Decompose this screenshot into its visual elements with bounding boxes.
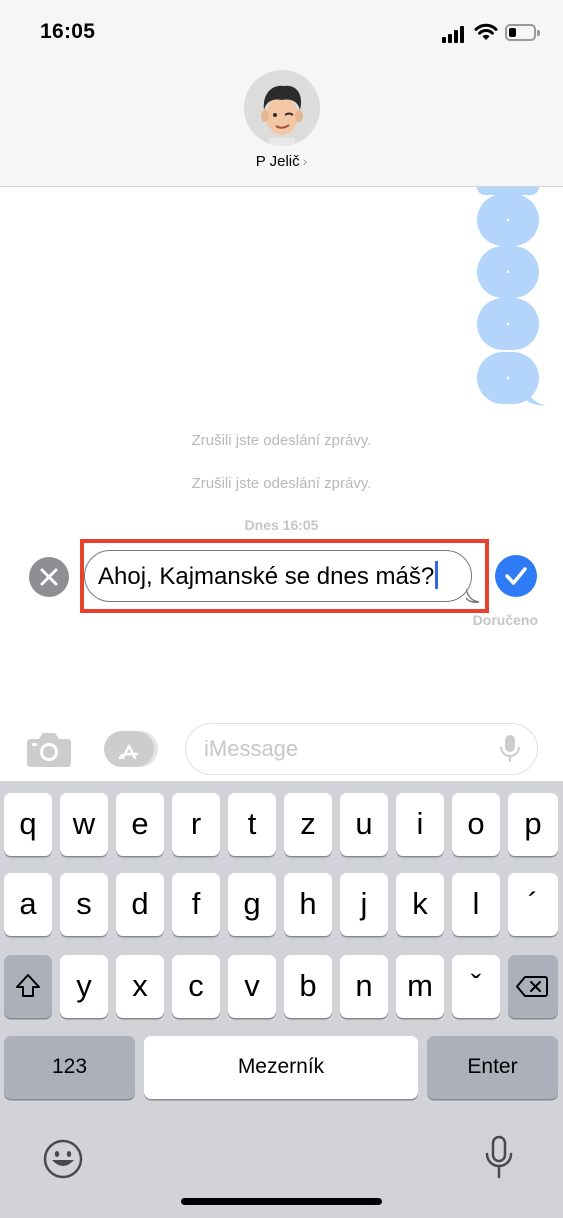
key-p[interactable]: p — [508, 793, 558, 856]
cancel-edit-button[interactable] — [29, 557, 69, 597]
sent-message-bubble[interactable]: . — [477, 298, 539, 350]
key-l[interactable]: l — [452, 873, 500, 936]
delete-icon — [516, 976, 548, 997]
shift-key[interactable] — [4, 955, 52, 1018]
key-w[interactable]: w — [60, 793, 108, 856]
key-caron[interactable]: ˇ — [452, 955, 500, 1018]
key-s[interactable]: s — [60, 873, 108, 936]
key-q[interactable]: q — [4, 793, 52, 856]
emoji-icon[interactable] — [42, 1138, 84, 1180]
key-f[interactable]: f — [172, 873, 220, 936]
close-icon — [40, 568, 58, 586]
memoji-avatar-icon — [261, 85, 303, 146]
cellular-signal-icon — [442, 26, 466, 43]
imessage-input-container[interactable] — [185, 723, 538, 775]
unsent-notice: Zrušili jste odeslání zprávy. — [191, 432, 372, 449]
shift-icon — [16, 974, 40, 997]
numbers-key[interactable]: 123 — [4, 1036, 135, 1099]
key-v[interactable]: v — [228, 955, 276, 1018]
key-g[interactable]: g — [228, 873, 276, 936]
key-b[interactable]: b — [284, 955, 332, 1018]
camera-icon[interactable] — [26, 729, 72, 769]
message-timestamp: Dnes 16:05 — [244, 517, 319, 533]
chevron-right-icon: › — [302, 153, 308, 169]
key-m[interactable]: m — [396, 955, 444, 1018]
key-j[interactable]: j — [340, 873, 388, 936]
key-o[interactable]: o — [452, 793, 500, 856]
bubble-tail — [526, 388, 546, 406]
contact-avatar[interactable] — [244, 70, 320, 146]
highlight-box — [80, 539, 489, 613]
key-c[interactable]: c — [172, 955, 220, 1018]
home-indicator — [181, 1198, 382, 1205]
key-d[interactable]: d — [116, 873, 164, 936]
delivery-status: Doručeno — [472, 612, 538, 628]
enter-key[interactable]: Enter — [427, 1036, 558, 1099]
key-z[interactable]: z — [284, 793, 332, 856]
sent-message-bubble[interactable]: . — [477, 194, 539, 246]
status-time: 16:05 — [40, 20, 96, 43]
key-h[interactable]: h — [284, 873, 332, 936]
delete-key[interactable] — [508, 955, 558, 1018]
imessage-input[interactable] — [204, 736, 494, 762]
sent-message-bubble[interactable]: . — [477, 246, 539, 298]
key-acute-accent[interactable]: ´ — [508, 873, 558, 936]
wifi-icon — [474, 23, 498, 40]
key-n[interactable]: n — [340, 955, 388, 1018]
app-store-icon[interactable] — [104, 731, 158, 767]
key-t[interactable]: t — [228, 793, 276, 856]
checkmark-icon — [505, 567, 527, 585]
microphone-icon[interactable] — [498, 734, 522, 764]
confirm-edit-button[interactable] — [495, 555, 537, 597]
key-k[interactable]: k — [396, 873, 444, 936]
microphone-icon[interactable] — [484, 1135, 514, 1180]
unsent-notice: Zrušili jste odeslání zprávy. — [191, 475, 372, 492]
key-u[interactable]: u — [340, 793, 388, 856]
status-bar: 16:05 — [0, 0, 563, 60]
key-r[interactable]: r — [172, 793, 220, 856]
contact-name[interactable]: P Jelič › — [0, 153, 563, 170]
key-x[interactable]: x — [116, 955, 164, 1018]
space-key[interactable]: Mezerník — [144, 1036, 418, 1099]
key-i[interactable]: i — [396, 793, 444, 856]
battery-icon — [505, 24, 540, 41]
key-e[interactable]: e — [116, 793, 164, 856]
key-y[interactable]: y — [60, 955, 108, 1018]
key-a[interactable]: a — [4, 873, 52, 936]
